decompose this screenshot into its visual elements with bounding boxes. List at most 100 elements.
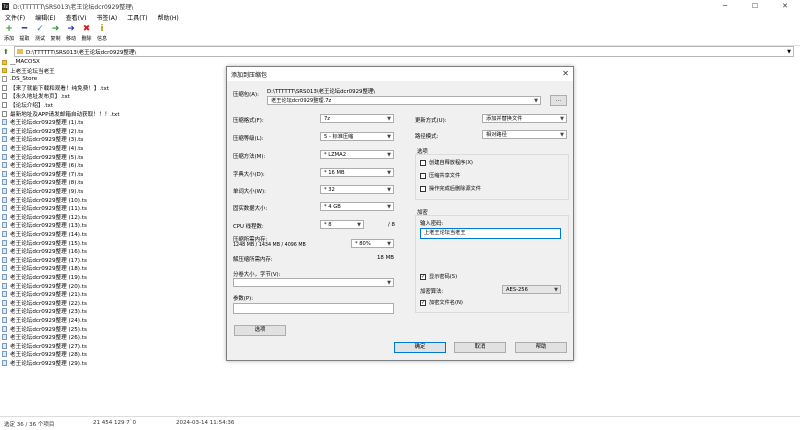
list-item[interactable]: 老王论坛dcr0929整理 (18).ts: [2, 264, 87, 272]
threads-total: / 8: [388, 222, 395, 228]
menu-bookmarks[interactable]: 书签(A): [91, 13, 122, 22]
level-combo[interactable]: 5 - 标准压缩 ▼: [320, 132, 394, 141]
params-input[interactable]: [233, 303, 394, 314]
toolbar-button-2[interactable]: ✓ 测试: [33, 23, 47, 45]
file-icon: [2, 291, 7, 298]
chevron-down-icon: ▼: [534, 98, 538, 104]
file-name: 老王论坛dcr0929整理 (18).ts: [10, 266, 87, 273]
list-item[interactable]: 老王论坛dcr0929整理 (28).ts: [2, 350, 87, 358]
up-folder-icon[interactable]: ⬆: [3, 48, 11, 56]
list-item[interactable]: .DS_Store: [2, 75, 37, 83]
list-item[interactable]: 老王论坛dcr0929整理 (7).ts: [2, 170, 83, 178]
options-button[interactable]: 选项: [234, 325, 286, 336]
list-item[interactable]: 老王论坛dcr0929整理 (15).ts: [2, 239, 87, 247]
dict-combo[interactable]: * 16 MB ▼: [320, 168, 394, 177]
update-combo[interactable]: 添加并替换文件 ▼: [482, 114, 567, 123]
list-item[interactable]: 老王论坛dcr0929整理 (19).ts: [2, 273, 87, 281]
toolbar-button-6[interactable]: i 信息: [95, 23, 109, 45]
show-password-checkbox[interactable]: ✓ 显示密码(S): [420, 273, 457, 280]
shared-checkbox[interactable]: 压缩共享文件: [420, 172, 460, 179]
list-item[interactable]: 老王论坛dcr0929整理 (26).ts: [2, 333, 87, 341]
delete-source-checkbox[interactable]: 操作完成后删除源文件: [420, 185, 481, 192]
list-item[interactable]: 老王论坛dcr0929整理 (9).ts: [2, 187, 83, 195]
list-item[interactable]: 老王论坛dcr0929整理 (2).ts: [2, 127, 83, 135]
archive-name-combo[interactable]: 老王论坛dcr0929整理.7z ▼: [267, 96, 541, 105]
method-label: 压缩方法(M):: [233, 154, 266, 160]
address-field[interactable]: D:\TTTTTT\SRS013\老王论坛dcr0929整理\ ▼: [14, 46, 794, 57]
password-input[interactable]: 上老王论坛当老王: [420, 228, 561, 239]
list-item[interactable]: 老王论坛dcr0929整理 (13).ts: [2, 221, 87, 229]
browse-button[interactable]: ...: [550, 95, 567, 106]
file-icon: [2, 162, 7, 169]
help-button[interactable]: 帮助: [515, 342, 567, 353]
menu-file[interactable]: 文件(F): [0, 13, 30, 22]
list-item[interactable]: 老王论坛dcr0929整理 (24).ts: [2, 316, 87, 324]
list-item[interactable]: 老王论坛dcr0929整理 (20).ts: [2, 282, 87, 290]
list-item[interactable]: 老王论坛dcr0929整理 (22).ts: [2, 299, 87, 307]
solid-combo[interactable]: * 4 GB ▼: [320, 202, 394, 211]
list-item[interactable]: 【论坛介绍】.txt: [2, 101, 53, 109]
path-combo[interactable]: 相对路径 ▼: [482, 130, 567, 139]
ok-button[interactable]: 确定: [394, 342, 446, 353]
list-item[interactable]: 老王论坛dcr0929整理 (21).ts: [2, 290, 87, 298]
mem-detail: 1248 MB / 1434 MB / 4096 MB: [233, 243, 306, 248]
close-icon[interactable]: ✕: [770, 0, 800, 12]
menu-view[interactable]: 查看(V): [61, 13, 92, 22]
list-item[interactable]: 老王论坛dcr0929整理 (12).ts: [2, 213, 87, 221]
threads-combo[interactable]: * 8 ▼: [320, 220, 364, 229]
list-item[interactable]: 【来了就能下载和观看！纯免费！】.txt: [2, 84, 109, 92]
word-combo[interactable]: * 32 ▼: [320, 185, 394, 194]
toolbar-button-label: 删除: [81, 36, 92, 42]
list-item[interactable]: 老王论坛dcr0929整理 (25).ts: [2, 325, 87, 333]
decomp-label: 解压缩所需内存:: [233, 257, 273, 263]
list-item[interactable]: __MACOSX: [2, 58, 40, 66]
dialog-title-bar: 添加到压缩包 ✕: [227, 67, 573, 81]
menu-edit[interactable]: 编辑(E): [30, 13, 60, 22]
cancel-button[interactable]: 取消: [454, 342, 506, 353]
menu-tools[interactable]: 工具(T): [122, 13, 152, 22]
chevron-down-icon: ▼: [357, 222, 361, 228]
pwd-label: 输入密码:: [420, 221, 444, 227]
maximize-icon[interactable]: ☐: [740, 0, 770, 12]
file-icon: [2, 188, 7, 194]
encrypt-names-checkbox[interactable]: ✓ 加密文件名(N): [420, 299, 463, 306]
list-item[interactable]: 老王论坛dcr0929整理 (10).ts: [2, 196, 87, 204]
list-item[interactable]: 老王论坛dcr0929整理 (11).ts: [2, 204, 87, 212]
list-item[interactable]: 上老王论坛当老王: [2, 67, 55, 75]
minimize-icon[interactable]: ─: [710, 0, 740, 12]
list-item[interactable]: 老王论坛dcr0929整理 (14).ts: [2, 230, 87, 238]
list-item[interactable]: 老王论坛dcr0929整理 (4).ts: [2, 144, 83, 152]
enc-method-combo[interactable]: AES-256 ▼: [502, 285, 561, 294]
toolbar-button-5[interactable]: ✖ 删除: [80, 23, 94, 45]
file-icon: [2, 213, 7, 220]
toolbar-button-0[interactable]: + 添加: [2, 23, 16, 45]
list-item[interactable]: 老王论坛dcr0929整理 (1).ts: [2, 118, 83, 126]
menu-help[interactable]: 帮助(H): [153, 13, 184, 22]
word-value: * 32: [324, 187, 335, 193]
list-item[interactable]: 老王论坛dcr0929整理 (3).ts: [2, 135, 83, 143]
mem-combo[interactable]: * 80% ▼: [351, 239, 394, 248]
enc-method-value: AES-256: [506, 287, 528, 293]
list-item[interactable]: 老王论坛dcr0929整理 (17).ts: [2, 256, 87, 264]
list-item[interactable]: 老王论坛dcr0929整理 (8).ts: [2, 178, 83, 186]
file-icon: [2, 282, 7, 289]
method-combo[interactable]: * LZMA2 ▼: [320, 150, 394, 159]
toolbar-button-4[interactable]: ➜ 移动: [64, 23, 78, 45]
sfx-checkbox[interactable]: 创建自释放程序(X): [420, 159, 473, 166]
list-item[interactable]: 【永久地址发布页】.txt: [2, 92, 70, 100]
file-icon: [2, 222, 7, 229]
close-icon[interactable]: ✕: [562, 69, 569, 79]
toolbar-button-3[interactable]: ➜ 复制: [49, 23, 63, 45]
format-combo[interactable]: 7z ▼: [320, 114, 394, 123]
file-icon: [2, 308, 7, 315]
list-item[interactable]: 老王论坛dcr0929整理 (23).ts: [2, 307, 87, 315]
list-item[interactable]: 老王论坛dcr0929整理 (16).ts: [2, 247, 87, 255]
list-item[interactable]: 最新地址及APP请发邮箱自动获取！！！.txt: [2, 110, 120, 118]
chevron-down-icon[interactable]: ▼: [785, 49, 793, 55]
list-item[interactable]: 老王论坛dcr0929整理 (29).ts: [2, 359, 87, 367]
list-item[interactable]: 老王论坛dcr0929整理 (6).ts: [2, 161, 83, 169]
split-combo[interactable]: ▼: [233, 278, 394, 287]
toolbar-button-1[interactable]: ━ 提取: [18, 23, 32, 45]
list-item[interactable]: 老王论坛dcr0929整理 (27).ts: [2, 342, 87, 350]
list-item[interactable]: 老王论坛dcr0929整理 (5).ts: [2, 153, 83, 161]
